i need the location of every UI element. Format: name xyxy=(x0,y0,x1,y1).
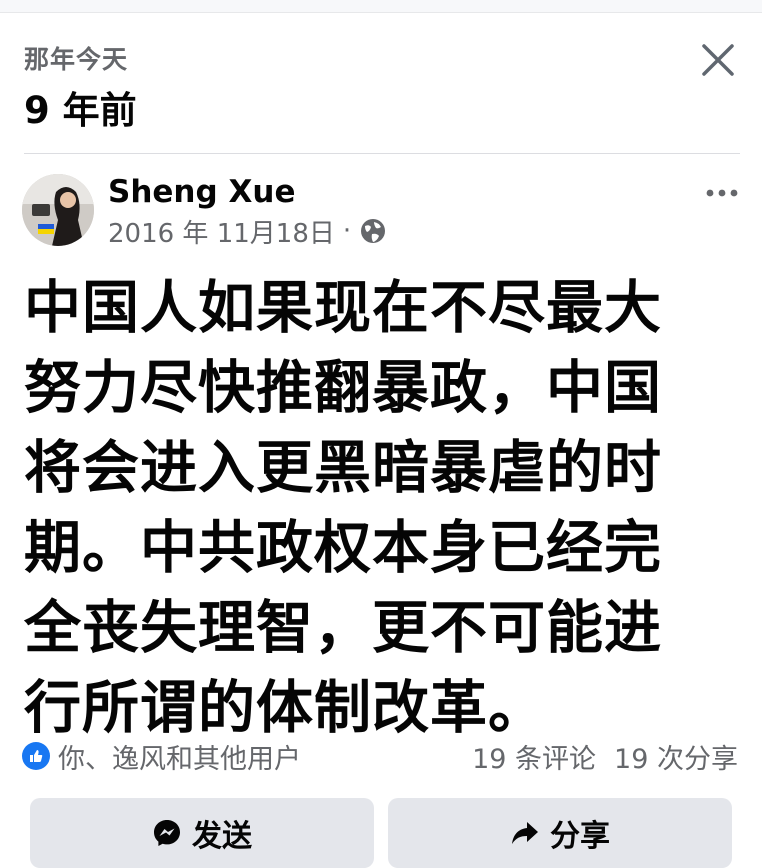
reactions-text: 你、逸风和其他用户 xyxy=(58,743,301,775)
send-button[interactable]: 发送 xyxy=(30,798,374,868)
shares-count[interactable]: 19 次分享 xyxy=(614,737,738,776)
post-date[interactable]: 2016 年 11月18日 xyxy=(108,213,335,250)
like-icon xyxy=(22,742,50,770)
post-text-line: 全丧失理智，更不可能进 xyxy=(24,595,662,661)
avatar-photo xyxy=(22,174,94,246)
close-button[interactable] xyxy=(698,40,738,80)
post-meta: 2016 年 11月18日 · xyxy=(108,213,387,250)
post-text-line: 将会进入更黑暗暴虐的时 xyxy=(24,435,662,501)
more-icon xyxy=(706,189,738,197)
send-label: 发送 xyxy=(192,819,252,854)
post-text-line: 中国人如果现在不尽最大 xyxy=(24,275,662,341)
post-text-line: 努力尽快推翻暴政，中国 xyxy=(24,355,662,421)
share-arrow-icon xyxy=(512,822,538,844)
messenger-icon xyxy=(154,820,180,846)
post-text: 中国人如果现在不尽最大 努力尽快推翻暴政，中国 将会进入更黑暗暴虐的时 期。中共… xyxy=(24,268,744,748)
comments-count[interactable]: 19 条评论 xyxy=(472,737,596,776)
post-text-line: 期。中共政权本身已经完 xyxy=(24,515,662,581)
top-bar xyxy=(0,0,762,13)
share-button[interactable]: 分享 xyxy=(388,798,732,868)
meta-separator: · xyxy=(342,216,352,246)
memory-label: 那年今天 xyxy=(24,45,129,74)
share-label: 分享 xyxy=(550,819,610,854)
reactions-summary[interactable]: 你、逸风和其他用户 xyxy=(22,736,301,776)
globe-icon xyxy=(361,219,386,243)
avatar[interactable] xyxy=(22,174,94,246)
author-name[interactable]: Sheng Xue xyxy=(108,174,295,210)
years-ago-heading: 9 年前 xyxy=(24,89,137,132)
close-icon xyxy=(702,44,734,76)
divider xyxy=(24,153,740,154)
engagement-stats: 19 条评论 19 次分享 xyxy=(472,736,738,776)
more-options-button[interactable] xyxy=(700,180,744,206)
